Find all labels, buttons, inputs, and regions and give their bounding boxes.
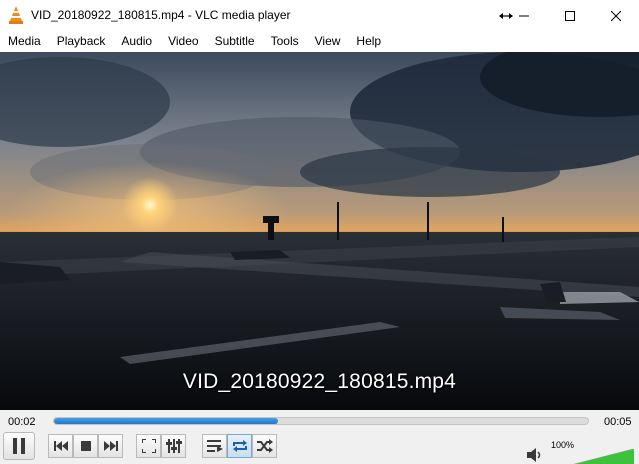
menu-tools[interactable]: Tools [263,31,307,52]
fullscreen-button[interactable] [136,434,161,458]
menu-audio[interactable]: Audio [113,31,160,52]
pause-button[interactable] [3,432,35,460]
previous-button[interactable] [48,434,73,458]
stop-button[interactable] [73,434,98,458]
menu-video[interactable]: Video [160,31,206,52]
loop-icon [232,440,247,452]
playlist-icon [206,440,223,452]
extended-settings-icon [165,439,182,453]
seek-bar[interactable] [53,417,589,425]
total-time: 00:05 [604,416,632,428]
video-frame [0,52,639,410]
shuffle-icon [256,439,273,453]
pause-icon [13,438,25,454]
minimize-icon [519,15,529,16]
menu-help[interactable]: Help [348,31,389,52]
stop-icon [80,441,91,451]
close-button[interactable] [593,0,639,31]
menu-subtitle[interactable]: Subtitle [207,31,263,52]
previous-icon [53,441,68,451]
controls-panel: 00:02 00:05 100% [0,410,639,464]
speaker-icon[interactable] [527,448,543,464]
maximize-icon [565,10,575,21]
menu-playback[interactable]: Playback [49,31,114,52]
shuffle-button[interactable] [252,434,277,458]
next-icon [103,441,118,451]
menu-media[interactable]: Media [0,31,49,52]
seek-progress [54,418,279,424]
extended-settings-button[interactable] [161,434,186,458]
vlc-cone-icon [8,6,24,24]
fullscreen-icon [141,439,156,453]
playlist-button[interactable] [202,434,227,458]
close-icon [611,10,621,21]
next-button[interactable] [98,434,123,458]
window-title: VID_20180922_180815.mp4 - VLC media play… [31,8,291,22]
menu-bar: Media Playback Audio Video Subtitle Tool… [0,31,639,52]
elapsed-time: 00:02 [8,416,36,428]
video-display[interactable]: VID_20180922_180815.mp4 [0,52,639,410]
menu-view[interactable]: View [307,31,349,52]
loop-button[interactable] [227,434,252,458]
maximize-button[interactable] [547,0,593,31]
title-bar[interactable]: VID_20180922_180815.mp4 - VLC media play… [0,0,639,31]
minimize-button[interactable] [501,0,547,31]
filename-overlay: VID_20180922_180815.mp4 [182,370,457,393]
volume-slider[interactable] [548,448,635,464]
